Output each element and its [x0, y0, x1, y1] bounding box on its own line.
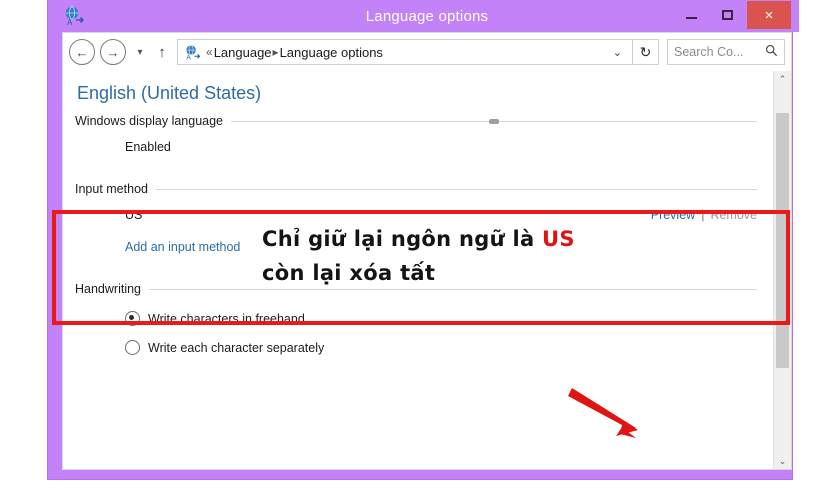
refresh-button[interactable]: ↻ [633, 39, 659, 65]
group-title-display-language: Windows display language [75, 114, 224, 128]
group-rule-knob [489, 118, 500, 124]
display-language-status: Enabled [125, 140, 171, 154]
breadcrumb-item-language-options[interactable]: Language options [280, 45, 383, 60]
vertical-scrollbar[interactable]: ⌃ ⌄ [773, 71, 791, 469]
svg-text:A: A [67, 18, 73, 27]
language-options-window: A Language options × ← → ▾ ↑ A « Languag… [48, 0, 799, 479]
group-body-handwriting: Write characters in freehand Write each … [75, 296, 757, 370]
group-header: Handwriting [75, 282, 757, 296]
display-language-status-row: Enabled [125, 136, 757, 158]
link-separator: | [701, 208, 705, 222]
chevron-up-icon: ⌃ [778, 74, 787, 84]
window-titlebar: A Language options × [55, 0, 799, 32]
breadcrumb-separator: ▸ [272, 45, 279, 59]
maximize-icon [721, 10, 733, 20]
group-body-input-method: US Preview | Remove Add an input method [75, 196, 757, 266]
close-icon: × [764, 6, 774, 24]
breadcrumb-item-language[interactable]: Language [214, 45, 272, 60]
radio-option-separately[interactable]: Write each character separately [125, 340, 757, 355]
group-header: Windows display language [75, 114, 758, 128]
group-handwriting: Handwriting Write characters in freehand… [75, 282, 757, 370]
back-arrow-icon: ← [75, 44, 89, 60]
minimize-button[interactable] [673, 2, 709, 28]
radio-label-separately: Write each character separately [148, 340, 325, 355]
group-rule-left [231, 120, 490, 122]
radio-option-freehand[interactable]: Write characters in freehand [125, 311, 757, 326]
remove-link: Remove [710, 208, 757, 222]
search-input[interactable]: Search Co... [667, 39, 785, 65]
breadcrumb-prefix: « [206, 45, 213, 59]
add-input-method-row: Add an input method [125, 236, 757, 258]
window-client-area: ← → ▾ ↑ A « Language ▸ Language options … [62, 32, 792, 470]
scroll-up-button[interactable]: ⌃ [774, 71, 791, 88]
group-body-display-language: Enabled [75, 128, 757, 166]
radio-icon-unselected [125, 340, 140, 355]
forward-arrow-icon: → [106, 44, 120, 60]
group-title-handwriting: Handwriting [75, 282, 142, 296]
scroll-down-button[interactable]: ⌄ [774, 453, 791, 469]
back-button[interactable]: ← [69, 39, 95, 65]
maximize-button[interactable] [709, 2, 745, 28]
address-toolbar: ← → ▾ ↑ A « Language ▸ Language options … [63, 33, 791, 71]
group-input-method: Input method US Preview | Remove Add an … [75, 182, 757, 266]
chevron-down-icon: ⌄ [778, 456, 787, 466]
group-title-input-method: Input method [75, 182, 148, 196]
recent-locations-button[interactable]: ▾ [131, 40, 149, 64]
forward-button[interactable]: → [100, 39, 126, 65]
group-rule [155, 188, 757, 190]
chevron-down-icon: ▾ [137, 46, 143, 58]
radio-icon-selected [125, 311, 140, 326]
page-body: English (United States) Windows display … [63, 71, 791, 469]
settings-content: English (United States) Windows display … [63, 71, 773, 469]
search-icon [765, 44, 778, 60]
group-rule [149, 288, 757, 290]
breadcrumb-dropdown-icon[interactable]: ⌄ [607, 46, 628, 59]
group-windows-display-language: Windows display language Enabled [75, 114, 758, 166]
input-method-row: US Preview | Remove [125, 204, 757, 226]
input-method-name: US [125, 208, 143, 222]
close-button[interactable]: × [747, 1, 791, 29]
breadcrumb[interactable]: A « Language ▸ Language options ⌄ [177, 39, 633, 65]
up-arrow-icon: ↑ [158, 43, 166, 61]
desktop-backdrop: A Language options × ← → ▾ ↑ A « Languag… [0, 0, 840, 500]
group-header: Input method [75, 182, 757, 196]
group-rule-right [499, 120, 758, 122]
breadcrumb-language-globe-icon: A [184, 44, 201, 61]
language-globe-icon: A [63, 5, 85, 27]
window-controls: × [673, 1, 793, 29]
page-title: English (United States) [77, 83, 262, 103]
radio-label-freehand: Write characters in freehand [148, 311, 305, 326]
search-placeholder: Search Co... [674, 45, 744, 59]
add-input-method-link[interactable]: Add an input method [125, 240, 240, 254]
minimize-icon [685, 17, 697, 19]
svg-text:A: A [186, 54, 191, 60]
up-one-level-button[interactable]: ↑ [151, 40, 173, 64]
refresh-icon: ↻ [639, 43, 652, 60]
preview-link[interactable]: Preview [651, 208, 695, 222]
scrollbar-thumb[interactable] [776, 113, 789, 368]
